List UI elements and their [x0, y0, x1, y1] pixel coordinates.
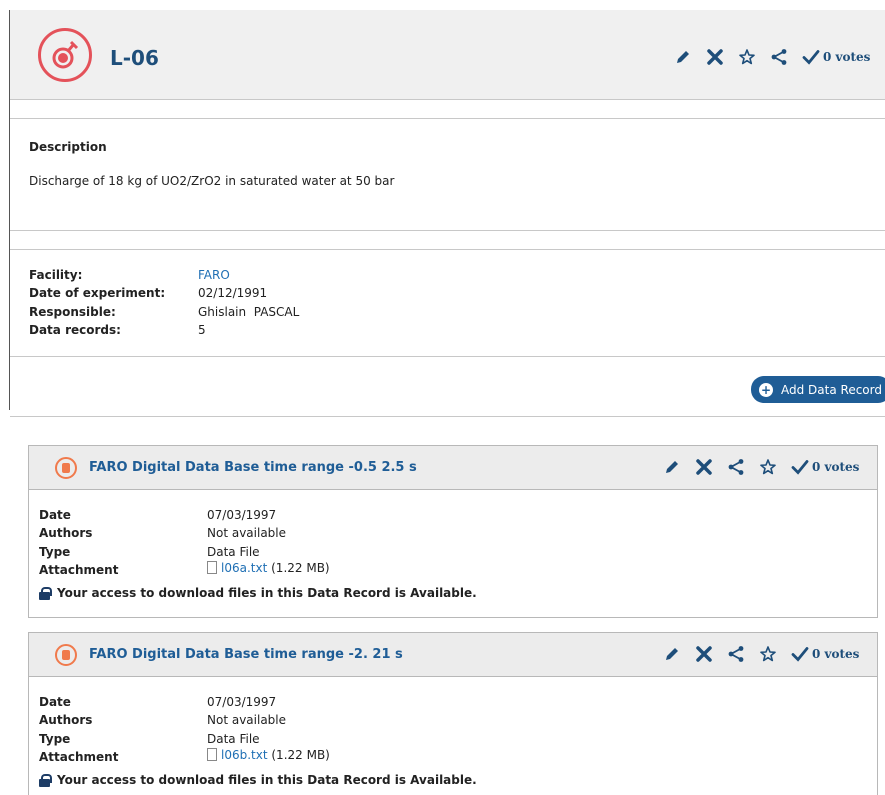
pencil-icon[interactable]: [663, 458, 681, 476]
add-data-record-label: Add Data Record: [781, 382, 882, 397]
file-size: (1.22 MB): [271, 748, 330, 762]
data-record-card: FARO Digital Data Base time range -2. 21…: [28, 632, 878, 795]
date-label: Date: [39, 695, 71, 709]
check-icon[interactable]: [791, 458, 809, 476]
file-size: (1.22 MB): [271, 561, 330, 575]
pencil-icon[interactable]: [674, 48, 692, 66]
share-icon[interactable]: [727, 645, 745, 663]
experiment-date-label: Date of experiment:: [29, 286, 166, 300]
facility-row: Facility:: [29, 268, 82, 282]
star-icon[interactable]: [759, 645, 777, 663]
pencil-icon[interactable]: [663, 645, 681, 663]
data-records-value: 5: [198, 323, 206, 337]
access-text: Your access to download files in this Da…: [57, 586, 477, 600]
page-title: L-06: [110, 46, 159, 70]
record-toolbar: 0 votes: [663, 458, 859, 476]
page-header: L-06 0 votes: [10, 10, 885, 100]
divider: [10, 230, 885, 231]
share-icon[interactable]: [770, 48, 788, 66]
data-record-title[interactable]: FARO Digital Data Base time range -0.5 2…: [89, 460, 417, 475]
share-icon[interactable]: [727, 458, 745, 476]
plus-icon: +: [759, 382, 773, 397]
access-notice: Your access to download files in this Da…: [39, 586, 477, 600]
header-toolbar: 0 votes: [674, 48, 870, 66]
date-label: Date: [39, 508, 71, 522]
data-record-header: FARO Digital Data Base time range -0.5 2…: [29, 446, 877, 490]
responsible-row: Responsible:: [29, 305, 116, 319]
facility-link[interactable]: FARO: [198, 268, 230, 282]
file-icon: [207, 748, 217, 761]
divider: [10, 356, 885, 357]
description-label: Description: [29, 140, 107, 154]
description-text: Discharge of 18 kg of UO2/ZrO2 in satura…: [29, 174, 395, 188]
data-records-row: Data records:: [29, 323, 121, 337]
access-text: Your access to download files in this Da…: [57, 773, 477, 787]
star-icon[interactable]: [759, 458, 777, 476]
facility-label: Facility:: [29, 268, 83, 282]
add-data-record-button[interactable]: + Add Data Record: [751, 376, 885, 403]
data-records-label: Data records:: [29, 323, 121, 337]
data-record-header: FARO Digital Data Base time range -2. 21…: [29, 633, 877, 677]
attachment-label: Attachment: [39, 750, 119, 764]
data-record-title[interactable]: FARO Digital Data Base time range -2. 21…: [89, 647, 403, 662]
type-value: Data File: [207, 545, 260, 559]
lock-icon: [39, 586, 52, 600]
votes-count[interactable]: 0 votes: [812, 460, 859, 474]
data-record-card: FARO Digital Data Base time range -0.5 2…: [28, 445, 878, 618]
authors-value: Not available: [207, 526, 287, 540]
database-icon: [55, 457, 77, 479]
left-border: [9, 230, 10, 410]
check-icon[interactable]: [791, 645, 809, 663]
delete-icon[interactable]: [706, 48, 724, 66]
votes-count[interactable]: 0 votes: [823, 50, 870, 64]
file-icon: [207, 561, 217, 574]
authors-value: Not available: [207, 713, 287, 727]
flask-icon: [38, 28, 92, 82]
responsible-label: Responsible:: [29, 305, 116, 319]
divider: [10, 249, 885, 250]
date-row: Date of experiment:: [29, 286, 165, 300]
authors-label: Authors: [39, 713, 93, 727]
lock-icon: [39, 773, 52, 787]
record-toolbar: 0 votes: [663, 645, 859, 663]
type-value: Data File: [207, 732, 260, 746]
type-label: Type: [39, 545, 71, 559]
check-icon[interactable]: [802, 48, 820, 66]
divider: [10, 416, 885, 417]
delete-icon[interactable]: [695, 458, 713, 476]
star-icon[interactable]: [738, 48, 756, 66]
type-label: Type: [39, 732, 71, 746]
divider: [10, 118, 885, 119]
attachment-value: l06b.txt (1.22 MB): [207, 748, 330, 762]
responsible-value: Ghislain PASCAL: [198, 305, 300, 319]
delete-icon[interactable]: [695, 645, 713, 663]
date-value: 07/03/1997: [207, 508, 277, 522]
attachment-link[interactable]: l06b.txt: [221, 748, 268, 762]
attachment-label: Attachment: [39, 563, 119, 577]
experiment-date-value: 02/12/1991: [198, 286, 268, 300]
database-icon: [55, 644, 77, 666]
date-value: 07/03/1997: [207, 695, 277, 709]
attachment-link[interactable]: l06a.txt: [221, 561, 267, 575]
attachment-value: l06a.txt (1.22 MB): [207, 561, 330, 575]
votes-count[interactable]: 0 votes: [812, 647, 859, 661]
authors-label: Authors: [39, 526, 93, 540]
access-notice: Your access to download files in this Da…: [39, 773, 477, 787]
